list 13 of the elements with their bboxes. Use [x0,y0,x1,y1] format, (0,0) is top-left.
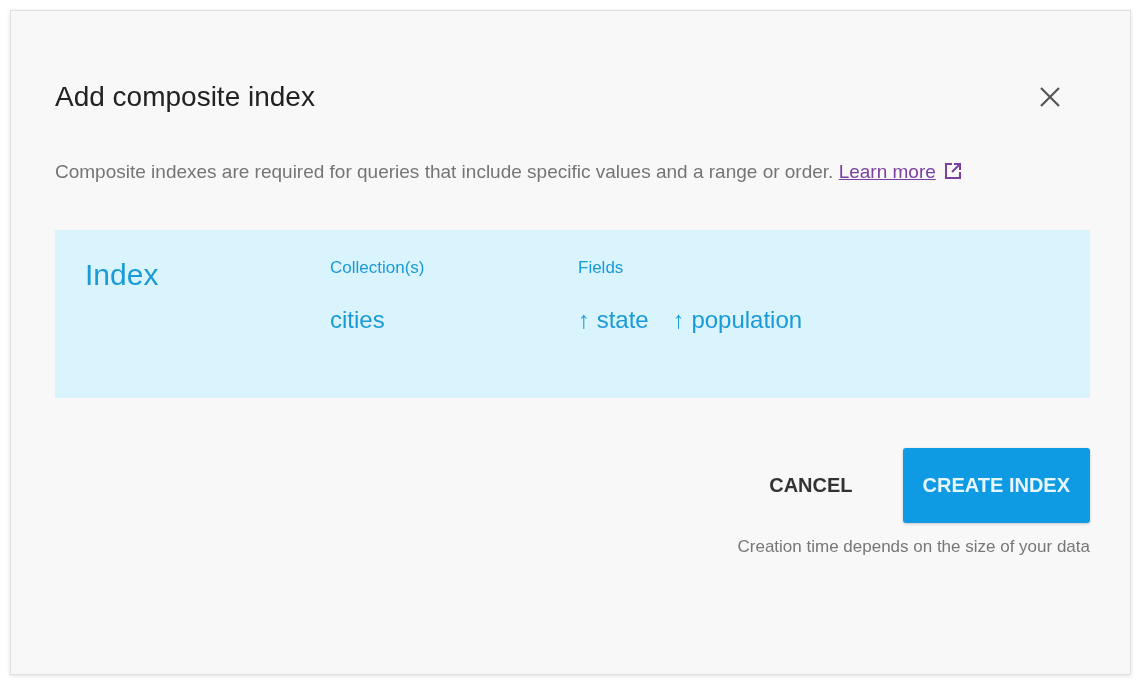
description: Composite indexes are required for queries that include specific values and a range or order. Learn more [55,151,1090,192]
external-link-icon[interactable] [943,162,962,180]
learn-more-link[interactable]: Learn more [838,161,936,182]
creation-note: Creation time depends on the size of your data [737,537,1090,557]
fields-label: Fields [578,258,625,278]
index-heading: Index [85,258,160,293]
dialog-title: Add composite index [55,81,315,113]
field-value: ↑ population [672,306,803,334]
close-icon[interactable] [1038,85,1062,109]
cancel-button[interactable]: CANCEL [769,462,853,509]
collection-value: cities [330,306,386,334]
collection-label: Collection(s) [330,258,426,278]
field-value: ↑ state [578,306,649,334]
